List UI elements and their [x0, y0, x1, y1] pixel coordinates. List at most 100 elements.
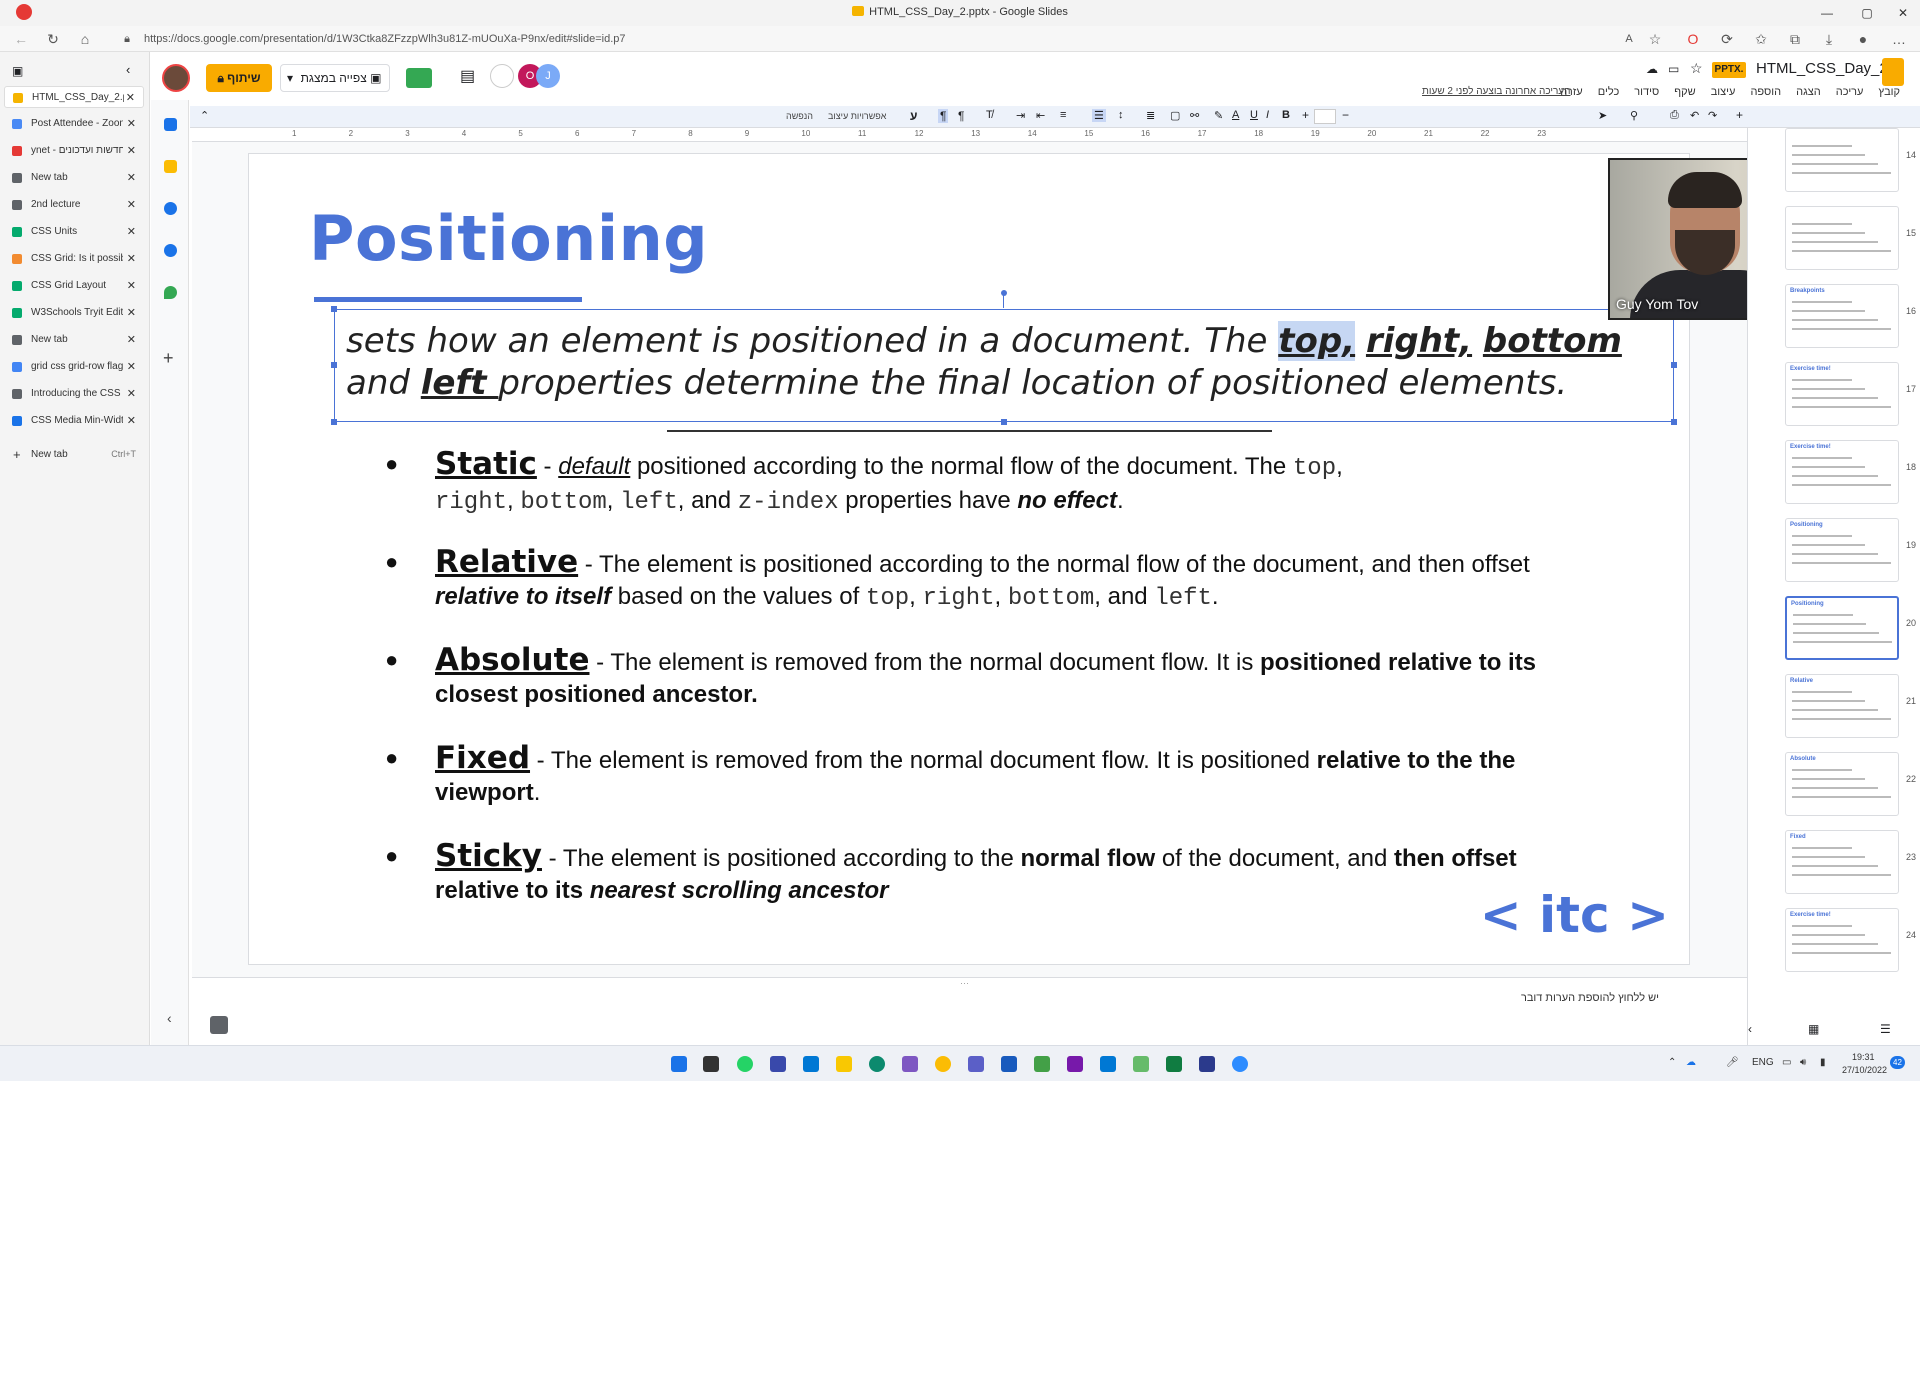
calendar-icon[interactable]: [164, 118, 177, 131]
new-tab-button[interactable]: + New tab Ctrl+T: [4, 444, 144, 466]
close-icon[interactable]: ✕: [127, 225, 136, 238]
chevron-down-icon[interactable]: ▾: [287, 65, 293, 91]
more-icon[interactable]: …: [1890, 30, 1908, 48]
extension-icon[interactable]: ⟳: [1718, 30, 1736, 48]
move-icon[interactable]: ▭: [1668, 62, 1679, 76]
menu-edit[interactable]: עריכה: [1836, 86, 1864, 98]
slide-thumbnail[interactable]: Breakpoints: [1785, 284, 1899, 348]
bulleted-list-icon[interactable]: ☰: [1092, 109, 1106, 122]
resize-handle[interactable]: [331, 306, 337, 312]
microphone-icon[interactable]: 🎤︎: [1726, 1057, 1739, 1068]
browser-tab[interactable]: CSS Grid Layout ✕: [4, 275, 144, 297]
task-view-icon[interactable]: [703, 1056, 719, 1072]
text-direction-icon[interactable]: ע: [910, 109, 917, 123]
rtl-icon[interactable]: ¶: [938, 109, 949, 123]
slide-title[interactable]: Positioning: [309, 202, 708, 275]
network-icon[interactable]: ▭: [1782, 1057, 1791, 1068]
reload-icon[interactable]: ↻: [44, 30, 62, 48]
close-icon[interactable]: ✕: [127, 252, 136, 265]
menu-format[interactable]: עיצוב: [1711, 86, 1736, 98]
explore-icon[interactable]: [210, 1016, 228, 1034]
ltr-icon[interactable]: ¶: [958, 109, 964, 123]
collapse-tabs-icon[interactable]: ‹: [126, 62, 130, 77]
browser-tab[interactable]: Introducing the CSS G ✕: [4, 383, 144, 405]
slide-thumbnail[interactable]: Exercise time!: [1785, 908, 1899, 972]
bullet-absolute[interactable]: ● Absolute - The element is removed from…: [385, 644, 1555, 711]
tab-actions-icon[interactable]: ▣: [12, 64, 23, 78]
clock-date[interactable]: 27/10/2022: [1842, 1065, 1887, 1075]
chrome-icon[interactable]: [935, 1056, 951, 1072]
teams-icon[interactable]: [968, 1056, 984, 1072]
slide-thumbnail[interactable]: Positioning: [1785, 518, 1899, 582]
slide-thumbnail[interactable]: Absolute: [1785, 752, 1899, 816]
whatsapp-icon[interactable]: [737, 1056, 753, 1072]
menu-tools[interactable]: כלים: [1598, 86, 1619, 98]
zoom-icon[interactable]: [1232, 1056, 1248, 1072]
back-icon[interactable]: ←: [12, 30, 30, 48]
collaborator-avatar[interactable]: J: [536, 64, 560, 88]
notes-placeholder[interactable]: יש ללחוץ להוספת הערות דובר: [1521, 992, 1659, 1004]
account-icon[interactable]: ●: [1854, 30, 1872, 48]
slide-subtitle[interactable]: sets how an element is positioned in a d…: [346, 320, 1666, 404]
favorites-bar-icon[interactable]: ✩: [1752, 30, 1770, 48]
underline-icon[interactable]: U: [1250, 109, 1258, 121]
browser-tab[interactable]: New tab ✕: [4, 329, 144, 351]
bold-icon[interactable]: B: [1282, 109, 1290, 121]
close-icon[interactable]: ✕: [1886, 2, 1920, 24]
print-icon[interactable]: ⎙: [1670, 109, 1679, 122]
collapse-toolbar-icon[interactable]: ⌃: [200, 109, 209, 122]
text-color-icon[interactable]: A: [1232, 109, 1239, 121]
present-button[interactable]: ▾ צפייה במצגת ▣: [280, 64, 390, 92]
clear-format-icon[interactable]: T̸: [986, 109, 993, 121]
collapse-filmstrip-icon[interactable]: ‹: [1748, 1022, 1752, 1036]
avatar[interactable]: [162, 64, 190, 92]
link-icon[interactable]: ⚯: [1190, 109, 1199, 122]
resize-handle[interactable]: [331, 419, 337, 425]
browser-tab[interactable]: W3Schools Tryit Editor ✕: [4, 302, 144, 324]
read-aloud-icon[interactable]: A: [1620, 30, 1638, 48]
notes-resize-handle[interactable]: ···: [960, 978, 969, 988]
undo-icon[interactable]: ↶: [1690, 109, 1699, 122]
close-icon[interactable]: ✕: [127, 333, 136, 346]
redo-icon[interactable]: ↷: [1708, 109, 1717, 122]
notification-badge[interactable]: 42: [1890, 1056, 1905, 1069]
word-icon[interactable]: [1001, 1056, 1017, 1072]
speaker-notes[interactable]: ··· יש ללחוץ להוספת הערות דובר: [192, 977, 1747, 1045]
resize-handle[interactable]: [1001, 419, 1007, 425]
rotate-handle[interactable]: [1001, 290, 1007, 296]
bullet-sticky[interactable]: ● Sticky - The element is positioned acc…: [385, 840, 1555, 907]
resize-handle[interactable]: [1671, 419, 1677, 425]
browser-tab[interactable]: ynet - חדשות ועדכונים ✕: [4, 140, 144, 162]
slide-thumbnail[interactable]: Positioning: [1785, 596, 1899, 660]
browser-tab[interactable]: CSS Media Min-Width ✕: [4, 410, 144, 432]
close-icon[interactable]: ✕: [126, 91, 135, 104]
app-icon[interactable]: [1199, 1056, 1215, 1072]
close-icon[interactable]: ✕: [127, 360, 136, 373]
browser-tab[interactable]: New tab ✕: [4, 167, 144, 189]
app-icon[interactable]: [1034, 1056, 1050, 1072]
zoom-icon[interactable]: ⚲: [1630, 109, 1638, 122]
url-field[interactable]: https://docs.google.com/presentation/d/1…: [144, 33, 626, 45]
browser-tab[interactable]: HTML_CSS_Day_2.pptx✕: [4, 86, 144, 108]
filmstrip-view-icon[interactable]: ☰: [1880, 1022, 1891, 1036]
menu-help[interactable]: עזרה: [1560, 86, 1582, 98]
tray-chevron-icon[interactable]: ⌃: [1668, 1057, 1676, 1068]
file-explorer-icon[interactable]: [836, 1056, 852, 1072]
browser-tab[interactable]: CSS Grid: Is it possible ✕: [4, 248, 144, 270]
bullet-static[interactable]: ● Static - default positioned according …: [385, 448, 1555, 519]
document-title[interactable]: HTML_CSS_Day_2: [1756, 60, 1888, 77]
slide-thumbnail[interactable]: Fixed: [1785, 830, 1899, 894]
grid-view-icon[interactable]: ▦: [1808, 1022, 1819, 1036]
tasks-icon[interactable]: [164, 202, 177, 215]
bullet-relative[interactable]: ● Relative - The element is positioned a…: [385, 546, 1555, 615]
onedrive-icon[interactable]: ☁: [1686, 1057, 1696, 1068]
slide-thumbnail[interactable]: [1785, 206, 1899, 270]
battery-icon[interactable]: ▮: [1820, 1057, 1826, 1068]
star-icon[interactable]: ☆: [1690, 60, 1703, 77]
edge-icon[interactable]: [869, 1056, 885, 1072]
line-spacing-icon[interactable]: ↕: [1118, 109, 1124, 121]
resize-handle[interactable]: [331, 362, 337, 368]
font-size-input[interactable]: [1314, 109, 1336, 124]
excel-icon[interactable]: [1166, 1056, 1182, 1072]
share-button[interactable]: 🔒︎ שיתוף: [206, 64, 272, 92]
